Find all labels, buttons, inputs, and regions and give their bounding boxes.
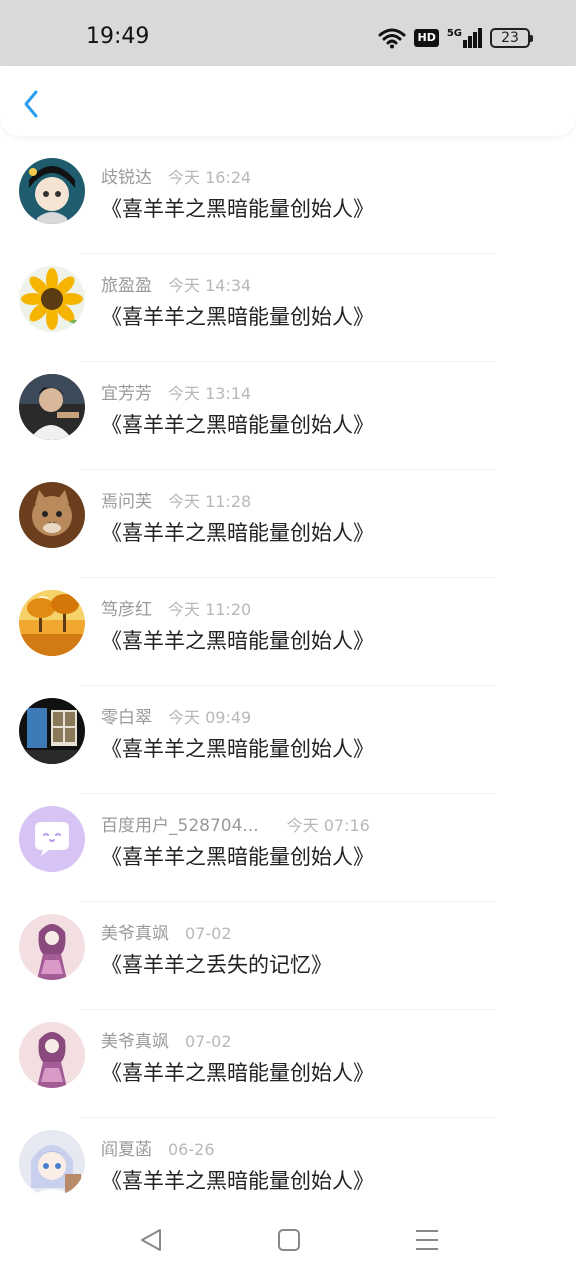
back-button[interactable] (14, 86, 50, 122)
chevron-left-icon (24, 90, 38, 118)
system-menu-button[interactable] (413, 1226, 441, 1254)
square-home-icon (278, 1229, 300, 1251)
cat-avatar[interactable] (19, 482, 85, 548)
timestamp: 今天 14:34 (168, 276, 252, 295)
list-item[interactable]: 美爷真飒 07-02 《喜羊羊之丢失的记忆》 (0, 902, 576, 1010)
user-name: 宜芳芳 (101, 384, 152, 404)
sunflower-avatar[interactable] (19, 266, 85, 332)
user-name: 百度用户_528704... (101, 816, 259, 836)
timestamp: 07-02 (185, 924, 232, 943)
book-title[interactable]: 《喜羊羊之黑暗能量创始人》 (101, 733, 374, 763)
status-icons: HD 5G 23 (378, 24, 533, 52)
triangle-back-icon (141, 1229, 161, 1251)
list-item[interactable]: 宜芳芳 今天 13:14 《喜羊羊之黑暗能量创始人》 (0, 362, 576, 470)
timestamp: 今天 11:28 (168, 492, 252, 511)
book-title[interactable]: 《喜羊羊之黑暗能量创始人》 (101, 301, 374, 331)
anime-girl-avatar[interactable] (19, 158, 85, 224)
system-nav-bar (0, 1200, 576, 1280)
book-title[interactable]: 《喜羊羊之黑暗能量创始人》 (101, 517, 374, 547)
timestamp: 07-02 (185, 1032, 232, 1051)
list-item[interactable]: 歧锐达 今天 16:24 《喜羊羊之黑暗能量创始人》 (0, 146, 576, 254)
nav-header (0, 66, 576, 136)
user-name: 歧锐达 (101, 168, 152, 188)
book-title[interactable]: 《喜羊羊之黑暗能量创始人》 (101, 625, 374, 655)
status-bar: 19:49 HD 5G 23 (0, 0, 576, 66)
system-home-button[interactable] (275, 1226, 303, 1254)
list-item[interactable]: 笃彦红 今天 11:20 《喜羊羊之黑暗能量创始人》 (0, 578, 576, 686)
user-name: 美爷真飒 (101, 924, 169, 944)
timestamp: 06-26 (168, 1140, 215, 1159)
user-name: 焉问芙 (101, 492, 152, 512)
list-item[interactable]: 美爷真飒 07-02 《喜羊羊之黑暗能量创始人》 (0, 1010, 576, 1118)
book-title[interactable]: 《喜羊羊之黑暗能量创始人》 (101, 1165, 374, 1195)
timestamp: 今天 07:16 (286, 816, 370, 835)
timestamp: 今天 16:24 (168, 168, 252, 187)
book-title[interactable]: 《喜羊羊之丢失的记忆》 (101, 949, 332, 979)
user-name: 笃彦红 (101, 600, 152, 620)
signal-icon: 5G (447, 28, 482, 48)
book-title[interactable]: 《喜羊羊之黑暗能量创始人》 (101, 193, 374, 223)
pink-girl-avatar[interactable] (19, 914, 85, 980)
list-item[interactable]: 焉问芙 今天 11:28 《喜羊羊之黑暗能量创始人》 (0, 470, 576, 578)
default-chat-avatar[interactable] (19, 806, 85, 872)
menu-lines-icon (416, 1230, 438, 1250)
user-name: 零白翠 (101, 708, 152, 728)
timestamp: 今天 13:14 (168, 384, 252, 403)
user-name: 阎夏菡 (101, 1140, 152, 1160)
book-title[interactable]: 《喜羊羊之黑暗能量创始人》 (101, 1057, 374, 1087)
anime-blue-hair-avatar[interactable] (19, 1130, 85, 1196)
timestamp: 今天 09:49 (168, 708, 252, 727)
autumn-avatar[interactable] (19, 590, 85, 656)
status-time: 19:49 (86, 24, 150, 49)
reader-list: 歧锐达 今天 16:24 《喜羊羊之黑暗能量创始人》 旅盈盈 今天 14:34 … (0, 146, 576, 1226)
battery-icon: 23 (490, 28, 533, 48)
timestamp: 今天 11:20 (168, 600, 252, 619)
list-item[interactable]: 旅盈盈 今天 14:34 《喜羊羊之黑暗能量创始人》 (0, 254, 576, 362)
window-avatar[interactable] (19, 698, 85, 764)
list-item[interactable]: 零白翠 今天 09:49 《喜羊羊之黑暗能量创始人》 (0, 686, 576, 794)
boy-avatar[interactable] (19, 374, 85, 440)
book-title[interactable]: 《喜羊羊之黑暗能量创始人》 (101, 841, 374, 871)
book-title[interactable]: 《喜羊羊之黑暗能量创始人》 (101, 409, 374, 439)
pink-girl-avatar[interactable] (19, 1022, 85, 1088)
user-name: 美爷真飒 (101, 1032, 169, 1052)
system-back-button[interactable] (138, 1226, 166, 1254)
hd-badge: HD (414, 29, 439, 47)
network-type: 5G (446, 28, 462, 39)
user-name: 旅盈盈 (101, 276, 152, 296)
list-item[interactable]: 百度用户_528704... 今天 07:16 《喜羊羊之黑暗能量创始人》 (0, 794, 576, 902)
wifi-icon (378, 28, 406, 49)
